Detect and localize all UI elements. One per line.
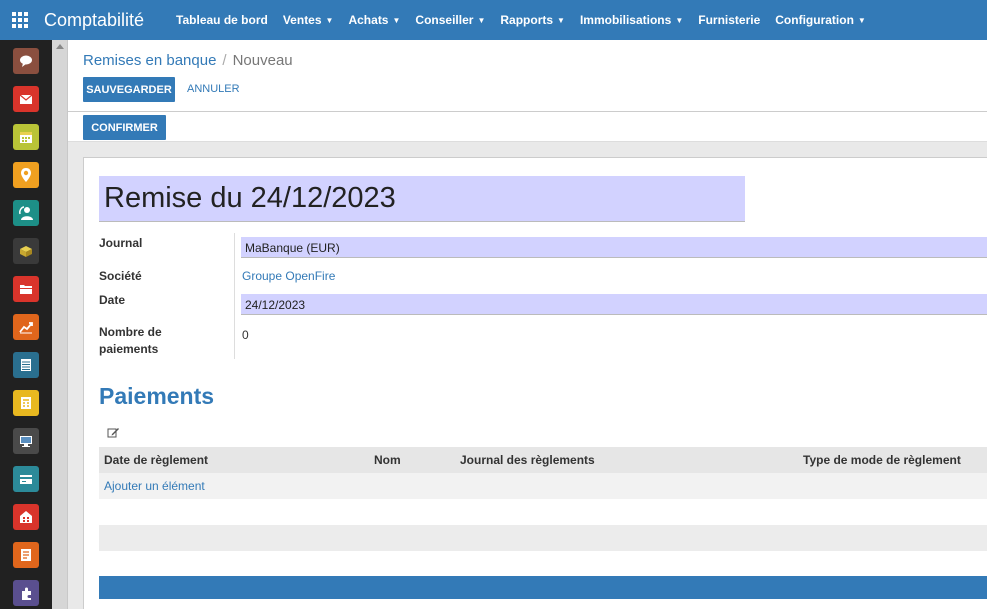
payments-table-header: Date de règlement Nom Journal des règlem… <box>99 447 987 473</box>
menu-item-reports[interactable]: Rapports ▼ <box>500 13 565 27</box>
payment-count-label: Nombre de paiements <box>99 325 162 356</box>
company-link[interactable]: Groupe OpenFire <box>242 269 335 283</box>
invoicing-icon[interactable] <box>13 390 39 416</box>
caret-down-icon: ▼ <box>557 16 565 26</box>
breadcrumb-current: Nouveau <box>232 52 293 69</box>
control-panel: Remises en banque / Nouveau SAUVEGARDER AN… <box>68 40 987 112</box>
menu-item-dashboard[interactable]: Tableau de bord <box>176 13 268 27</box>
expenses-icon[interactable] <box>13 466 39 492</box>
accounting-icon[interactable] <box>13 314 39 340</box>
form-statusbar: CONFIRMER <box>68 112 987 142</box>
inventory-icon[interactable] <box>13 238 39 264</box>
calendar-icon[interactable] <box>13 124 39 150</box>
form-sheet: Remise du 24/12/2023 Journal MaBanque (E… <box>83 157 987 609</box>
column-header-payment-method-type[interactable]: Type de mode de règlement <box>803 453 961 467</box>
cancel-button[interactable]: ANNULER <box>187 83 240 95</box>
top-navbar: Comptabilité Tableau de bord Ventes ▼ Ach… <box>0 0 987 40</box>
column-header-payment-journal[interactable]: Journal des règlements <box>460 453 595 467</box>
caret-down-icon: ▼ <box>477 16 486 26</box>
table-row: Ajouter un élément <box>99 473 987 499</box>
field-separator <box>234 233 235 359</box>
spreadsheet-icon[interactable] <box>13 352 39 378</box>
breadcrumb-separator: / <box>222 52 227 69</box>
column-header-name[interactable]: Nom <box>374 453 401 467</box>
payments-table-footer <box>99 576 987 599</box>
menu-item-configuration[interactable]: Configuration ▼ <box>775 13 866 27</box>
menu-item-furnisterie[interactable]: Furnisterie <box>698 13 760 27</box>
discuss-icon[interactable] <box>13 48 39 74</box>
table-row <box>99 551 987 577</box>
notes-icon[interactable] <box>13 542 39 568</box>
app-sidebar <box>0 40 52 609</box>
company-label: Société <box>99 269 142 283</box>
scroll-up-icon[interactable] <box>56 44 64 49</box>
documents-icon[interactable] <box>13 276 39 302</box>
journal-label: Journal <box>99 236 143 250</box>
caret-down-icon: ▼ <box>857 16 866 26</box>
table-row <box>99 499 987 525</box>
menu-item-purchases[interactable]: Achats ▼ <box>348 13 400 27</box>
edit-icon[interactable] <box>107 426 120 439</box>
caret-down-icon: ▼ <box>392 16 401 26</box>
title-text: Remise du 24/12/2023 <box>104 182 396 214</box>
pos-icon[interactable] <box>13 428 39 454</box>
main-menu: Tableau de bord Ventes ▼ Achats ▼ Conseill… <box>176 13 881 27</box>
table-row <box>99 525 987 551</box>
save-button[interactable]: SAUVEGARDER <box>83 77 175 102</box>
payments-section-title: Paiements <box>99 383 215 409</box>
date-field[interactable]: 24/12/2023 <box>241 294 987 315</box>
breadcrumb-parent[interactable]: Remises en banque <box>83 52 216 69</box>
menu-item-sales[interactable]: Ventes ▼ <box>283 13 334 27</box>
payment-count-value: 0 <box>242 328 249 342</box>
caret-down-icon: ▼ <box>325 16 334 26</box>
breadcrumb: Remises en banque / Nouveau <box>83 52 293 69</box>
app-title: Comptabilité <box>44 9 145 30</box>
column-header-payment-date[interactable]: Date de règlement <box>104 453 208 467</box>
journal-field[interactable]: MaBanque (EUR) <box>241 237 987 258</box>
mail-icon[interactable] <box>13 86 39 112</box>
buildings-icon[interactable] <box>13 504 39 530</box>
menu-item-assets[interactable]: Immobilisations ▼ <box>580 13 683 27</box>
apps-icon[interactable] <box>13 580 39 606</box>
scroll-gutter[interactable] <box>52 40 68 609</box>
add-line-link[interactable]: Ajouter un élément <box>104 479 205 493</box>
menu-item-advisor[interactable]: Conseiller ▼ <box>415 13 485 27</box>
apps-menu-icon[interactable] <box>0 0 40 40</box>
crm-icon[interactable] <box>13 162 39 188</box>
date-label: Date <box>99 293 126 307</box>
caret-down-icon: ▼ <box>675 16 684 26</box>
contacts-icon[interactable] <box>13 200 39 226</box>
confirm-button[interactable]: CONFIRMER <box>83 115 166 140</box>
title-input[interactable]: Remise du 24/12/2023 <box>99 176 745 222</box>
